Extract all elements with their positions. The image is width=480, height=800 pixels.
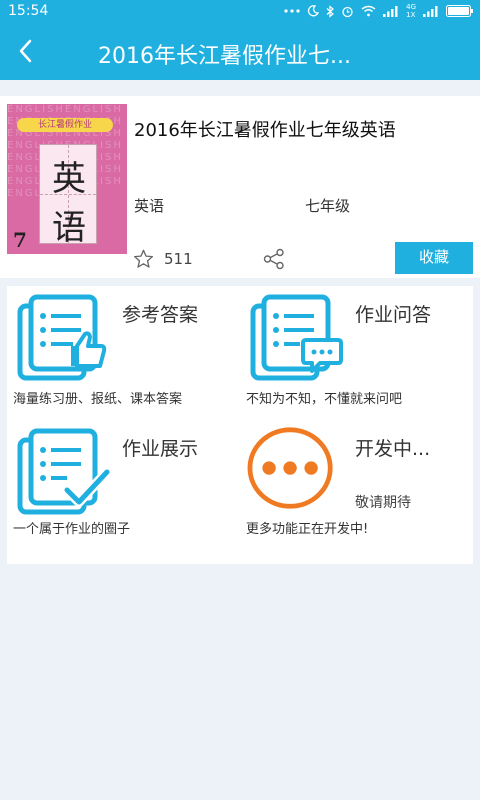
cover-number: 7 — [13, 228, 27, 252]
wifi-icon — [361, 5, 376, 17]
cover-top-label: 长江暑假作业 — [17, 118, 113, 132]
feature-name: 作业问答 — [355, 304, 432, 326]
features-panel: 参考答案 海量练习册、报纸、课本答案 作业问答 不知为不知，不懂就来问吧 作业展… — [7, 286, 473, 564]
feature-name: 开发中... — [355, 438, 431, 460]
feature-homework-showcase[interactable]: 作业展示 一个属于作业的圈子 — [7, 420, 237, 550]
cover-char-1: 英 — [52, 159, 86, 199]
bluetooth-icon — [326, 4, 335, 18]
network-type: 4G 1X — [406, 3, 416, 19]
share-icon[interactable] — [263, 248, 285, 270]
book-card: ENGLISHENGLISHENGLISHENGLISHENGLISHENGLI… — [0, 96, 480, 278]
more-circle-icon — [247, 427, 333, 509]
more-dots-icon — [284, 9, 300, 13]
chat-bubble-icon — [250, 294, 343, 381]
feature-desc: 一个属于作业的圈子 — [13, 522, 131, 537]
checklist-icon — [17, 428, 111, 515]
book-title: 2016年长江暑假作业七年级英语 — [134, 120, 396, 141]
book-grade: 七年级 — [305, 197, 351, 215]
feature-homework-qa[interactable]: 作业问答 不知为不知，不懂就来问吧 — [240, 286, 470, 416]
cover-char-2: 语 — [52, 208, 86, 248]
title-bar: 2016年长江暑假作业七... — [0, 22, 480, 80]
feature-desc: 更多功能正在开发中! — [246, 522, 369, 537]
signal-icon — [383, 6, 398, 17]
book-subject: 英语 — [134, 197, 165, 215]
feature-desc: 不知为不知，不懂就来问吧 — [246, 392, 403, 407]
signal-icon — [423, 6, 438, 17]
back-arrow-icon[interactable] — [12, 36, 42, 66]
page-title: 2016年长江暑假作业七... — [98, 44, 351, 69]
feature-name: 参考答案 — [122, 304, 199, 326]
feature-name: 作业展示 — [122, 438, 199, 460]
star-icon[interactable] — [133, 249, 154, 269]
feature-in-development[interactable]: 开发中... 敬请期待 更多功能正在开发中! — [240, 420, 470, 550]
feature-subtitle: 敬请期待 — [355, 495, 411, 511]
status-icons: 4G 1X — [284, 2, 474, 20]
moon-icon — [308, 5, 320, 17]
status-bar: 15:54 4G 1X — [0, 0, 480, 22]
feature-desc: 海量练习册、报纸、课本答案 — [13, 392, 183, 407]
status-time: 15:54 — [8, 3, 49, 19]
star-count: 511 — [164, 250, 193, 268]
favorite-button[interactable]: 收藏 — [395, 242, 473, 274]
battery-icon — [446, 5, 473, 17]
star-rating[interactable]: 511 — [133, 249, 193, 269]
feature-reference-answers[interactable]: 参考答案 海量练习册、报纸、课本答案 — [7, 286, 237, 416]
alarm-icon — [342, 6, 353, 17]
answers-thumbs-up-icon — [17, 294, 107, 381]
cover-grid-box: 英 语 — [39, 144, 97, 248]
book-cover-image[interactable]: ENGLISHENGLISHENGLISHENGLISHENGLISHENGLI… — [7, 104, 127, 254]
